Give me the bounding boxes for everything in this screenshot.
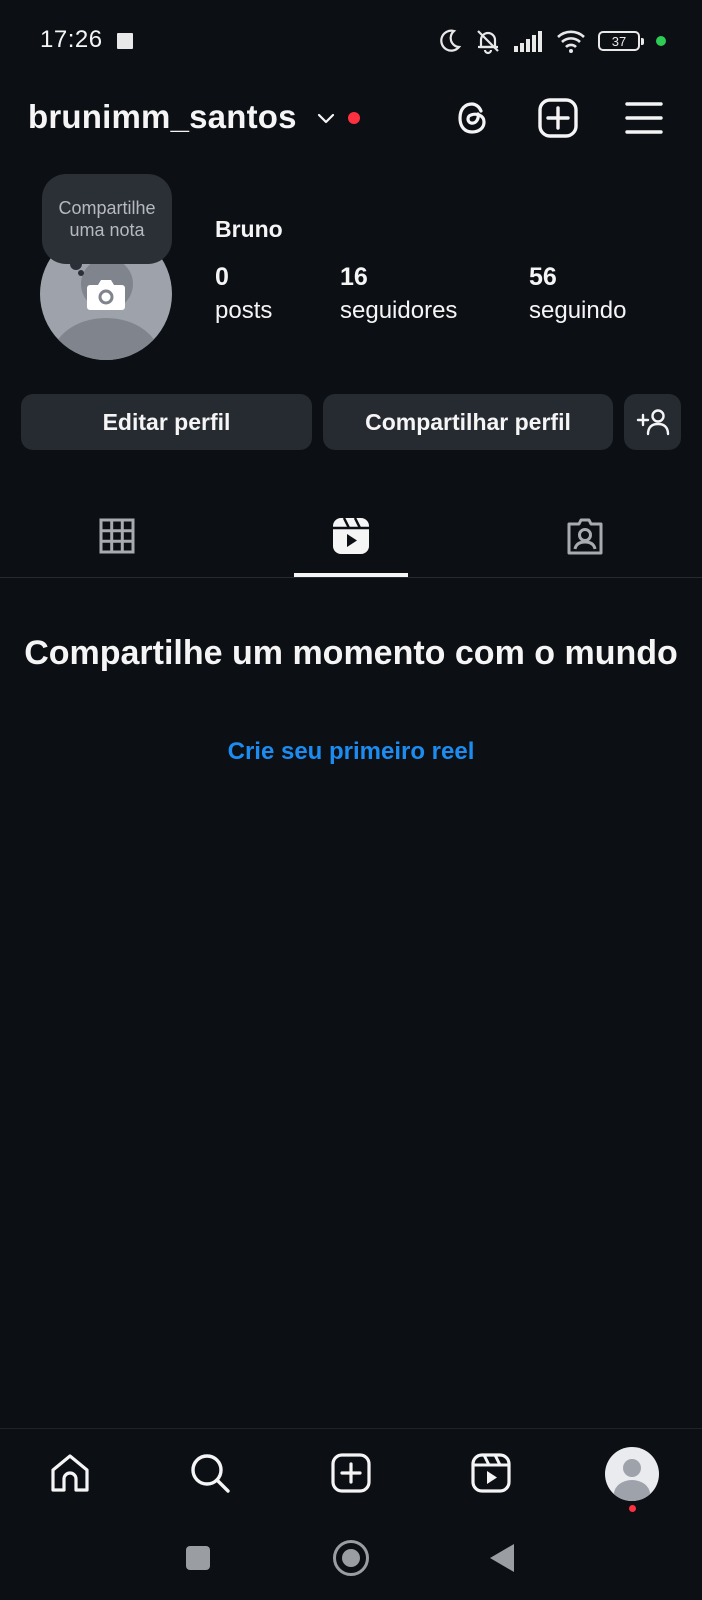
stat-value: 16 [340, 263, 368, 291]
status-icons: 37 [438, 26, 666, 56]
wifi-icon [557, 30, 585, 53]
display-name: Bruno [215, 216, 283, 242]
moon-icon [440, 29, 462, 52]
stat-value: 0 [215, 263, 229, 291]
system-home-button[interactable] [333, 1540, 369, 1576]
create-post-button[interactable] [536, 96, 580, 140]
reels-icon [333, 517, 369, 554]
stat-value: 56 [529, 263, 557, 291]
stat-label: seguidores [340, 297, 458, 324]
avatar-body-shape [614, 1480, 650, 1501]
discover-people-button[interactable] [624, 394, 681, 450]
grid-icon [99, 518, 135, 554]
profile-notification-dot [629, 1505, 636, 1512]
empty-state-title: Compartilhe um momento com o mundo [24, 634, 678, 672]
stat-followers[interactable]: 16 seguidores [340, 262, 457, 326]
active-tab-indicator [294, 573, 408, 577]
nav-search[interactable] [186, 1449, 234, 1497]
signal-icon [514, 31, 542, 52]
status-time: 17:26 [40, 26, 103, 53]
stat-posts[interactable]: 0 posts [215, 262, 272, 326]
camera-icon [87, 280, 125, 310]
add-post-icon [538, 98, 578, 138]
privacy-indicator-dot [656, 36, 666, 46]
stat-label: seguindo [529, 297, 627, 324]
create-icon [331, 1453, 371, 1493]
chevron-down-icon[interactable] [316, 108, 336, 128]
tab-tagged[interactable] [563, 514, 607, 558]
profile-tabs [0, 500, 702, 578]
menu-button[interactable] [622, 96, 666, 140]
add-person-icon [636, 409, 669, 436]
battery-level: 37 [611, 33, 627, 49]
threads-button[interactable] [451, 96, 495, 140]
tab-posts-grid[interactable] [95, 514, 139, 558]
status-bar: 17:26 37 [0, 0, 702, 84]
avatar-body-shape [52, 318, 160, 360]
share-note-bubble[interactable]: Compartilhe uma nota [42, 174, 172, 264]
nav-home[interactable] [46, 1449, 94, 1497]
stat-label: posts [215, 297, 273, 324]
profile-header: brunimm_santos [0, 88, 702, 148]
battery-icon: 37 [598, 31, 644, 51]
share-profile-label: Compartilhar perfil [365, 408, 571, 435]
system-navigation-bar [0, 1518, 702, 1600]
bottom-navigation [0, 1428, 702, 1518]
edit-profile-label: Editar perfil [102, 408, 231, 435]
bell-off-icon [477, 30, 499, 55]
note-text: Compartilhe uma nota [58, 198, 156, 240]
reels-icon [471, 1453, 511, 1493]
recent-apps-button[interactable] [186, 1546, 210, 1570]
notification-square-icon [117, 33, 133, 49]
threads-icon [458, 102, 486, 134]
username-switcher[interactable]: brunimm_santos [28, 98, 297, 136]
nav-profile-avatar[interactable] [605, 1447, 659, 1501]
nav-create[interactable] [327, 1449, 375, 1497]
edit-profile-button[interactable]: Editar perfil [21, 394, 312, 450]
search-icon [191, 1454, 230, 1493]
note-bubble-tail-small [78, 270, 84, 276]
home-icon [51, 1454, 89, 1492]
share-profile-button[interactable]: Compartilhar perfil [323, 394, 613, 450]
create-first-reel-link[interactable]: Crie seu primeiro reel [0, 738, 702, 766]
system-back-button[interactable] [490, 1544, 514, 1572]
stat-following[interactable]: 56 seguindo [529, 262, 626, 326]
avatar-head-shape [623, 1459, 641, 1477]
tab-reels[interactable] [329, 514, 373, 558]
tagged-icon [567, 518, 603, 555]
menu-icon [625, 102, 663, 134]
note-bubble-tail [70, 258, 82, 270]
nav-reels[interactable] [467, 1449, 515, 1497]
notification-dot [348, 112, 360, 124]
